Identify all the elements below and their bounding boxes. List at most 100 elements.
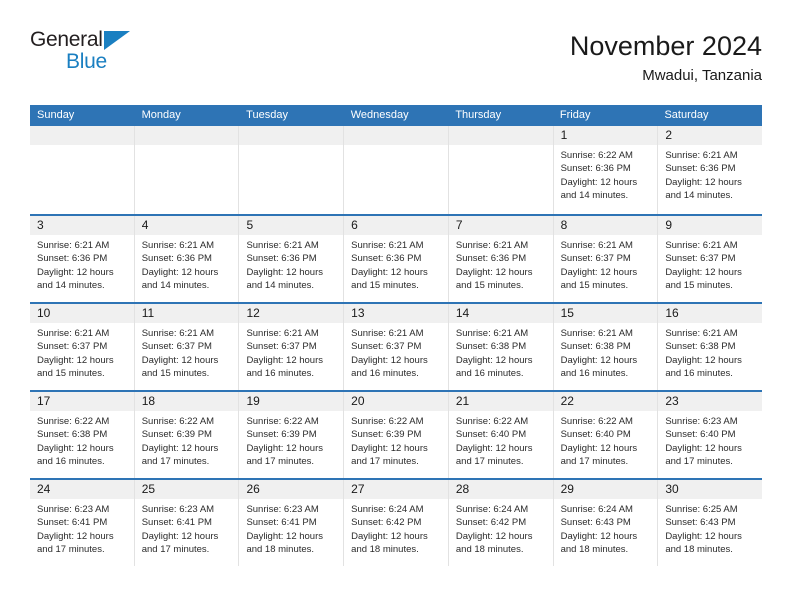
calendar-day-cell[interactable]: 13 Sunrise: 6:21 AM Sunset: 6:37 PM Dayligh… [343, 304, 448, 390]
daylight-text-line2: and 18 minutes. [560, 543, 629, 555]
calendar-day-cell[interactable]: 26 Sunrise: 6:23 AM Sunset: 6:41 PM Dayligh… [238, 480, 344, 566]
day-number: 22 [560, 394, 574, 408]
day-details: Sunrise: 6:21 AM Sunset: 6:37 PM Daylight:… [554, 235, 658, 292]
weekday-header-sunday: Sunday [37, 109, 75, 121]
calendar-week-row: 1 Sunrise: 6:22 AM Sunset: 6:36 PM Daylight… [30, 126, 763, 214]
day-number-strip: 8 [553, 216, 658, 235]
day-number-strip: 9 [658, 216, 763, 235]
day-number-strip [239, 126, 344, 145]
sunrise-text: Sunrise: 6:21 AM [37, 328, 110, 339]
daylight-text-line1: Daylight: 12 hours [141, 354, 219, 366]
calendar-day-cell[interactable]: 1 Sunrise: 6:22 AM Sunset: 6:36 PM Daylight… [552, 126, 658, 214]
calendar-day-cell[interactable]: 29 Sunrise: 6:24 AM Sunset: 6:43 PM Dayligh… [552, 480, 658, 566]
calendar-day-cell[interactable]: 9 Sunrise: 6:21 AM Sunset: 6:37 PM Daylight… [657, 216, 763, 302]
day-details: Sunrise: 6:23 AM Sunset: 6:41 PM Daylight:… [239, 499, 343, 556]
day-details: Sunrise: 6:21 AM Sunset: 6:36 PM Daylight:… [30, 235, 134, 292]
daylight-text-line1: Daylight: 12 hours [665, 266, 742, 278]
day-details: Sunrise: 6:21 AM Sunset: 6:37 PM Daylight:… [658, 235, 762, 292]
day-details: Sunrise: 6:21 AM Sunset: 6:38 PM Daylight:… [449, 323, 553, 380]
day-number-strip: 20 [344, 392, 448, 411]
daylight-text-line1: Daylight: 12 hours [665, 442, 742, 454]
day-number-strip: 17 [30, 392, 134, 411]
sunset-text: Sunset: 6:39 PM [141, 429, 212, 441]
daylight-text-line2: and 15 minutes. [351, 279, 419, 291]
sunset-text: Sunset: 6:36 PM [37, 253, 108, 265]
calendar-day-cell[interactable]: 10 Sunrise: 6:21 AM Sunset: 6:37 PM Dayligh… [30, 304, 134, 390]
sunrise-text: Sunrise: 6:25 AM [665, 504, 738, 515]
day-details: Sunrise: 6:24 AM Sunset: 6:42 PM Daylight:… [344, 499, 448, 556]
calendar-day-cell[interactable]: 25 Sunrise: 6:23 AM Sunset: 6:41 PM Dayligh… [133, 480, 239, 566]
calendar-day-cell[interactable]: 19 Sunrise: 6:22 AM Sunset: 6:39 PM Dayligh… [238, 392, 344, 478]
day-number: 4 [141, 218, 149, 232]
sunset-text: Sunset: 6:36 PM [141, 253, 212, 265]
sunrise-text: Sunrise: 6:22 AM [141, 416, 215, 427]
sunset-text: Sunset: 6:41 PM [141, 517, 212, 529]
day-details: Sunrise: 6:22 AM Sunset: 6:39 PM Daylight:… [239, 411, 343, 468]
daylight-text-line1: Daylight: 12 hours [455, 266, 533, 278]
daylight-text-line2: and 14 minutes. [37, 279, 105, 291]
sunset-text: Sunset: 6:38 PM [665, 341, 736, 353]
calendar-day-cell[interactable]: 14 Sunrise: 6:21 AM Sunset: 6:38 PM Dayligh… [447, 304, 553, 390]
calendar-day-cell[interactable]: 20 Sunrise: 6:22 AM Sunset: 6:39 PM Dayligh… [343, 392, 448, 478]
sunset-text: Sunset: 6:42 PM [455, 517, 527, 529]
day-details: Sunrise: 6:22 AM Sunset: 6:36 PM Daylight:… [554, 145, 658, 202]
day-number-strip: 1 [553, 126, 658, 145]
calendar-day-cell[interactable]: 18 Sunrise: 6:22 AM Sunset: 6:39 PM Dayligh… [133, 392, 239, 478]
daylight-text-line1: Daylight: 12 hours [246, 354, 324, 366]
calendar-day-cell[interactable]: 23 Sunrise: 6:23 AM Sunset: 6:40 PM Dayligh… [657, 392, 763, 478]
calendar-day-cell[interactable]: 24 Sunrise: 6:23 AM Sunset: 6:41 PM Dayligh… [30, 480, 134, 566]
calendar-day-cell[interactable]: 17 Sunrise: 6:22 AM Sunset: 6:38 PM Dayligh… [30, 392, 134, 478]
calendar-day-cell[interactable]: 22 Sunrise: 6:22 AM Sunset: 6:40 PM Dayligh… [552, 392, 658, 478]
calendar-day-cell[interactable]: 3 Sunrise: 6:21 AM Sunset: 6:36 PM Daylight… [30, 216, 134, 302]
sunset-text: Sunset: 6:43 PM [560, 517, 631, 529]
day-number-strip: 10 [30, 304, 134, 323]
calendar-day-cell[interactable]: 21 Sunrise: 6:22 AM Sunset: 6:40 PM Dayligh… [447, 392, 553, 478]
daylight-text-line2: and 16 minutes. [455, 367, 524, 379]
calendar-week-row: 10 Sunrise: 6:21 AM Sunset: 6:37 PM Dayligh… [30, 302, 763, 390]
sunrise-text: Sunrise: 6:21 AM [665, 150, 738, 161]
calendar-day-cell[interactable]: 16 Sunrise: 6:21 AM Sunset: 6:38 PM Dayligh… [657, 304, 763, 390]
calendar-day-cell[interactable]: 12 Sunrise: 6:21 AM Sunset: 6:37 PM Dayligh… [238, 304, 344, 390]
sunrise-text: Sunrise: 6:22 AM [351, 416, 424, 427]
day-details: Sunrise: 6:21 AM Sunset: 6:36 PM Daylight:… [239, 235, 343, 292]
sunrise-text: Sunrise: 6:22 AM [560, 416, 633, 427]
calendar-day-cell[interactable]: 27 Sunrise: 6:24 AM Sunset: 6:42 PM Dayligh… [343, 480, 448, 566]
day-details: Sunrise: 6:22 AM Sunset: 6:40 PM Daylight:… [554, 411, 658, 468]
daylight-text-line1: Daylight: 12 hours [37, 530, 114, 542]
daylight-text-line2: and 16 minutes. [560, 367, 629, 379]
day-number: 30 [665, 482, 679, 496]
daylight-text-line1: Daylight: 12 hours [560, 354, 638, 366]
sunset-text: Sunset: 6:37 PM [665, 253, 736, 265]
calendar-day-cell[interactable]: 8 Sunrise: 6:21 AM Sunset: 6:37 PM Daylight… [552, 216, 658, 302]
calendar-week-row: 3 Sunrise: 6:21 AM Sunset: 6:36 PM Daylight… [30, 214, 763, 302]
sunset-text: Sunset: 6:36 PM [455, 253, 527, 265]
sunrise-text: Sunrise: 6:21 AM [351, 328, 424, 339]
day-number: 17 [37, 394, 51, 408]
calendar-day-cell[interactable]: 30 Sunrise: 6:25 AM Sunset: 6:43 PM Dayligh… [657, 480, 763, 566]
day-number-strip: 12 [239, 304, 344, 323]
calendar-day-cell[interactable]: 28 Sunrise: 6:24 AM Sunset: 6:42 PM Dayligh… [447, 480, 553, 566]
daylight-text-line2: and 15 minutes. [37, 367, 105, 379]
calendar-day-cell[interactable]: 7 Sunrise: 6:21 AM Sunset: 6:36 PM Daylight… [447, 216, 553, 302]
sunrise-text: Sunrise: 6:22 AM [455, 416, 529, 427]
day-number: 13 [351, 306, 365, 320]
calendar-day-cell[interactable]: 15 Sunrise: 6:21 AM Sunset: 6:38 PM Dayligh… [552, 304, 658, 390]
day-number-strip: 16 [658, 304, 763, 323]
day-number-strip: 7 [448, 216, 553, 235]
sunset-text: Sunset: 6:40 PM [560, 429, 631, 441]
calendar-day-cell[interactable]: 2 Sunrise: 6:21 AM Sunset: 6:36 PM Daylight… [657, 126, 763, 214]
daylight-text-line2: and 18 minutes. [246, 543, 315, 555]
day-details: Sunrise: 6:21 AM Sunset: 6:36 PM Daylight:… [658, 145, 762, 202]
calendar-day-cell[interactable]: 5 Sunrise: 6:21 AM Sunset: 6:36 PM Daylight… [238, 216, 344, 302]
page-title: November 2024 [569, 31, 762, 61]
calendar-day-cell[interactable]: 6 Sunrise: 6:21 AM Sunset: 6:36 PM Daylight… [343, 216, 448, 302]
calendar-day-cell[interactable]: 11 Sunrise: 6:21 AM Sunset: 6:37 PM Dayligh… [133, 304, 239, 390]
day-number-strip: 21 [448, 392, 553, 411]
daylight-text-line2: and 16 minutes. [665, 367, 733, 379]
daylight-text-line1: Daylight: 12 hours [246, 266, 324, 278]
general-blue-logo[interactable]: General Blue [30, 28, 140, 74]
sunrise-text: Sunrise: 6:23 AM [37, 504, 110, 515]
calendar-day-cell[interactable]: 4 Sunrise: 6:21 AM Sunset: 6:36 PM Daylight… [133, 216, 239, 302]
sunrise-text: Sunrise: 6:23 AM [665, 416, 738, 427]
day-number: 21 [455, 394, 470, 408]
